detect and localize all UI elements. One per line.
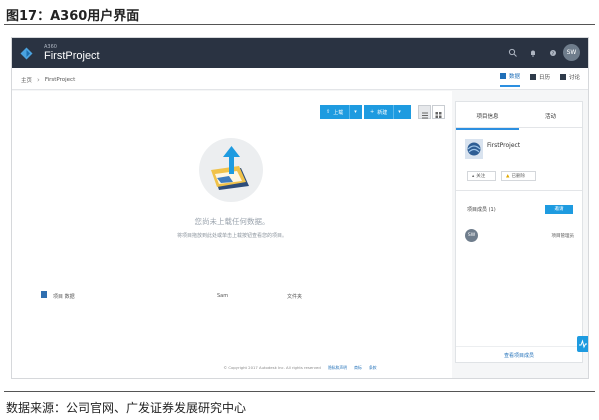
chevron-down-icon[interactable]: ▾: [393, 105, 405, 119]
copyright-text: © Copyright 2017 Autodesk Inc. All right…: [223, 365, 321, 370]
calendar-icon: [529, 74, 536, 80]
figure-title: 图17：A360用户界面: [6, 9, 140, 24]
upload-button[interactable]: ⇪ 上载 ▾: [320, 105, 362, 119]
plus-icon: +: [370, 108, 375, 115]
follow-label: 关注: [476, 174, 486, 179]
empty-state-hint: 将项目拖放到此处或单击上载按钮查看您的项目。: [176, 233, 287, 239]
new-button[interactable]: + 新建 ▾: [364, 105, 411, 119]
pulse-icon: [579, 339, 587, 349]
data-main-area: ⇪ 上载 ▾ + 新建 ▾ 您尚未上载任何数据。 将项目拖放到此处或单击上载按钮查看…: [12, 91, 452, 378]
view-switcher: 数据 日历 讨论: [499, 72, 580, 87]
column-header-name[interactable]: 项目 数据: [53, 293, 75, 300]
help-icon[interactable]: ?: [548, 48, 558, 58]
panel-tabs: 项目信息 活动: [456, 102, 582, 130]
tab-calendar-label: 日历: [538, 75, 550, 81]
page-footer: © Copyright 2017 Autodesk Inc. All right…: [12, 365, 588, 371]
empty-state-illustration: [199, 138, 263, 202]
chevron-right-icon: ›: [37, 76, 40, 84]
breadcrumb: 主页 › FirstProject: [21, 76, 75, 84]
empty-state-title: 您尚未上载任何数据。: [194, 217, 270, 226]
chevron-down-icon[interactable]: ▾: [349, 105, 361, 119]
figure-source: 数据来源：公司官网、广发证券发展研究中心: [6, 401, 247, 415]
tab-calendar[interactable]: 日历: [529, 72, 550, 87]
panel-project-name: FirstProject: [487, 142, 521, 149]
project-thumbnail-icon: [465, 139, 483, 159]
list-view-toggle[interactable]: [418, 105, 431, 119]
project-title[interactable]: FirstProject: [44, 50, 100, 62]
figure-bottom-rule: [4, 391, 595, 392]
app-screenshot: A360 FirstProject ? SW 主页 › FirstProject…: [11, 37, 589, 379]
top-bar: A360 FirstProject ? SW: [12, 38, 588, 68]
breadcrumb-current: FirstProject: [44, 77, 76, 83]
upload-files-icon: [211, 146, 249, 190]
grid-view-toggle[interactable]: [432, 105, 445, 119]
figure-top-rule: [4, 24, 595, 25]
members-heading: 项目成员 (1): [467, 207, 496, 213]
column-header-owner[interactable]: Sam: [217, 293, 228, 299]
warning-icon: ▲: [506, 173, 510, 179]
new-label: 新建: [377, 109, 388, 116]
user-avatar[interactable]: SW: [563, 44, 580, 61]
file-type-icon: [41, 291, 47, 298]
view-all-members-link[interactable]: 查看项目成员: [456, 346, 582, 359]
project-info-panel: 项目信息 活动 FirstProject ▴ 关注 ▲ 已删除 项目成员 (1)…: [455, 101, 583, 363]
invite-button[interactable]: 邀请: [545, 205, 573, 214]
sub-navigation: 主页 › FirstProject 数据 日历 讨论: [12, 68, 588, 90]
tab-data-label: 数据: [508, 74, 520, 80]
tab-activity[interactable]: 活动: [519, 112, 582, 120]
chat-icon: [559, 74, 566, 80]
table-header: 项目 数据 Sam 文件夹: [29, 291, 437, 301]
search-icon[interactable]: [508, 48, 518, 58]
bell-icon: ▴: [472, 173, 475, 179]
tab-data[interactable]: 数据: [499, 72, 520, 87]
upload-icon: ⇪: [326, 108, 331, 115]
follow-chip[interactable]: ▴ 关注: [467, 171, 496, 181]
footer-link-privacy[interactable]: 隐私和声明: [328, 365, 347, 370]
feedback-tab-button[interactable]: [577, 336, 588, 352]
notification-bell-icon[interactable]: [528, 48, 538, 58]
deleted-chip[interactable]: ▲ 已删除: [501, 171, 536, 181]
upload-label: 上载: [333, 109, 344, 116]
member-avatar[interactable]: SW: [465, 229, 478, 242]
grid-icon: [435, 112, 442, 118]
tab-project-info[interactable]: 项目信息: [456, 112, 519, 130]
list-icon: [422, 112, 428, 119]
tab-discussion[interactable]: 讨论: [559, 72, 580, 87]
deleted-label: 已删除: [511, 174, 525, 179]
column-header-folder[interactable]: 文件夹: [287, 293, 302, 300]
breadcrumb-home[interactable]: 主页: [21, 76, 32, 84]
a360-logo-icon[interactable]: [20, 47, 33, 60]
member-role: 项目管理员: [551, 234, 575, 239]
panel-divider: [456, 190, 582, 191]
footer-link-trademark[interactable]: 商标: [354, 365, 362, 370]
footer-link-terms[interactable]: 条款: [369, 365, 377, 370]
tab-discussion-label: 讨论: [568, 75, 580, 81]
folder-icon: [499, 73, 506, 79]
